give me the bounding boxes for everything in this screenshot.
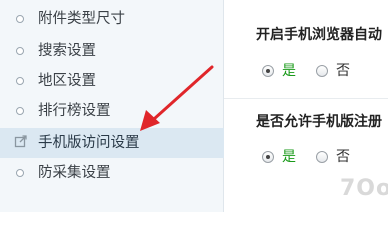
radio-no-label[interactable]: 否 <box>336 148 350 166</box>
radio-group-mobile-auto: 是 否 <box>262 62 370 80</box>
sidebar-item-region[interactable]: 地区设置 <box>0 68 224 96</box>
sidebar-item-attachment-size[interactable]: 附件类型尺寸 <box>0 6 224 34</box>
radio-yes-label[interactable]: 是 <box>282 148 296 166</box>
settings-panel: 开启手机浏览器自动 是 否 是否允许手机版注册 是 否 7Ool.com <box>224 0 388 212</box>
setting-title-mobile-register: 是否允许手机版注册 <box>256 114 382 130</box>
sidebar-item-ranking[interactable]: 排行榜设置 <box>0 98 224 126</box>
circle-bullet-icon <box>16 47 24 55</box>
sidebar-item-label: 排行榜设置 <box>38 103 111 119</box>
sidebar-item-label: 地区设置 <box>38 73 96 89</box>
sidebar-item-label: 防采集设置 <box>38 165 111 181</box>
sidebar-item-search[interactable]: 搜索设置 <box>0 38 224 66</box>
sidebar-item-label: 搜索设置 <box>38 43 96 59</box>
circle-bullet-icon <box>16 107 24 115</box>
circle-bullet-icon <box>16 15 24 23</box>
radio-yes[interactable] <box>262 65 274 77</box>
setting-title-mobile-auto: 开启手机浏览器自动 <box>256 27 382 43</box>
radio-no-label[interactable]: 否 <box>336 62 350 80</box>
divider <box>224 98 388 99</box>
radio-no[interactable] <box>316 151 328 163</box>
sidebar: 附件类型尺寸 搜索设置 地区设置 排行榜设置 手机版访问设置 防采集设置 <box>0 0 224 212</box>
watermark: 7Ool.com <box>340 176 388 201</box>
sidebar-item-label: 手机版访问设置 <box>38 135 140 151</box>
radio-yes[interactable] <box>262 151 274 163</box>
external-link-icon <box>14 135 27 148</box>
radio-yes-label[interactable]: 是 <box>282 62 296 80</box>
circle-bullet-icon <box>16 169 24 177</box>
radio-group-mobile-register: 是 否 <box>262 148 370 166</box>
circle-bullet-icon <box>16 77 24 85</box>
sidebar-item-label: 附件类型尺寸 <box>38 11 125 27</box>
sidebar-item-mobile-access[interactable]: 手机版访问设置 <box>0 128 224 158</box>
radio-no[interactable] <box>316 65 328 77</box>
sidebar-item-anti-scrape[interactable]: 防采集设置 <box>0 160 224 188</box>
